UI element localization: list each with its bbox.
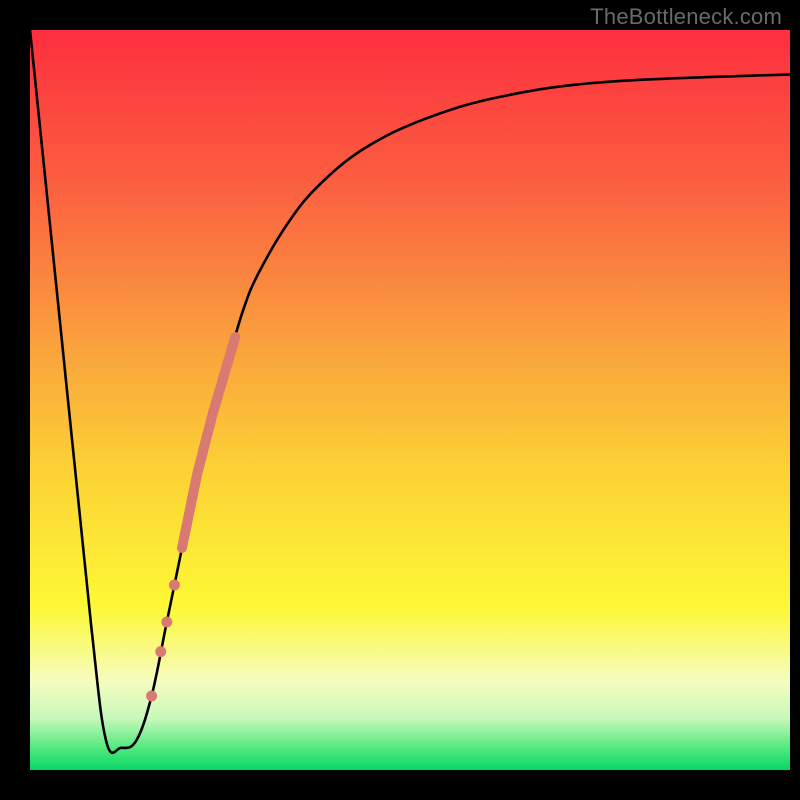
chart-frame: TheBottleneck.com: [0, 0, 800, 800]
highlight-dot: [161, 617, 172, 628]
plot-background: [30, 30, 790, 770]
watermark-text: TheBottleneck.com: [590, 4, 782, 30]
highlight-dot: [169, 580, 180, 591]
highlight-dot: [146, 691, 157, 702]
bottleneck-chart: [0, 0, 800, 800]
highlight-dot: [155, 646, 166, 657]
